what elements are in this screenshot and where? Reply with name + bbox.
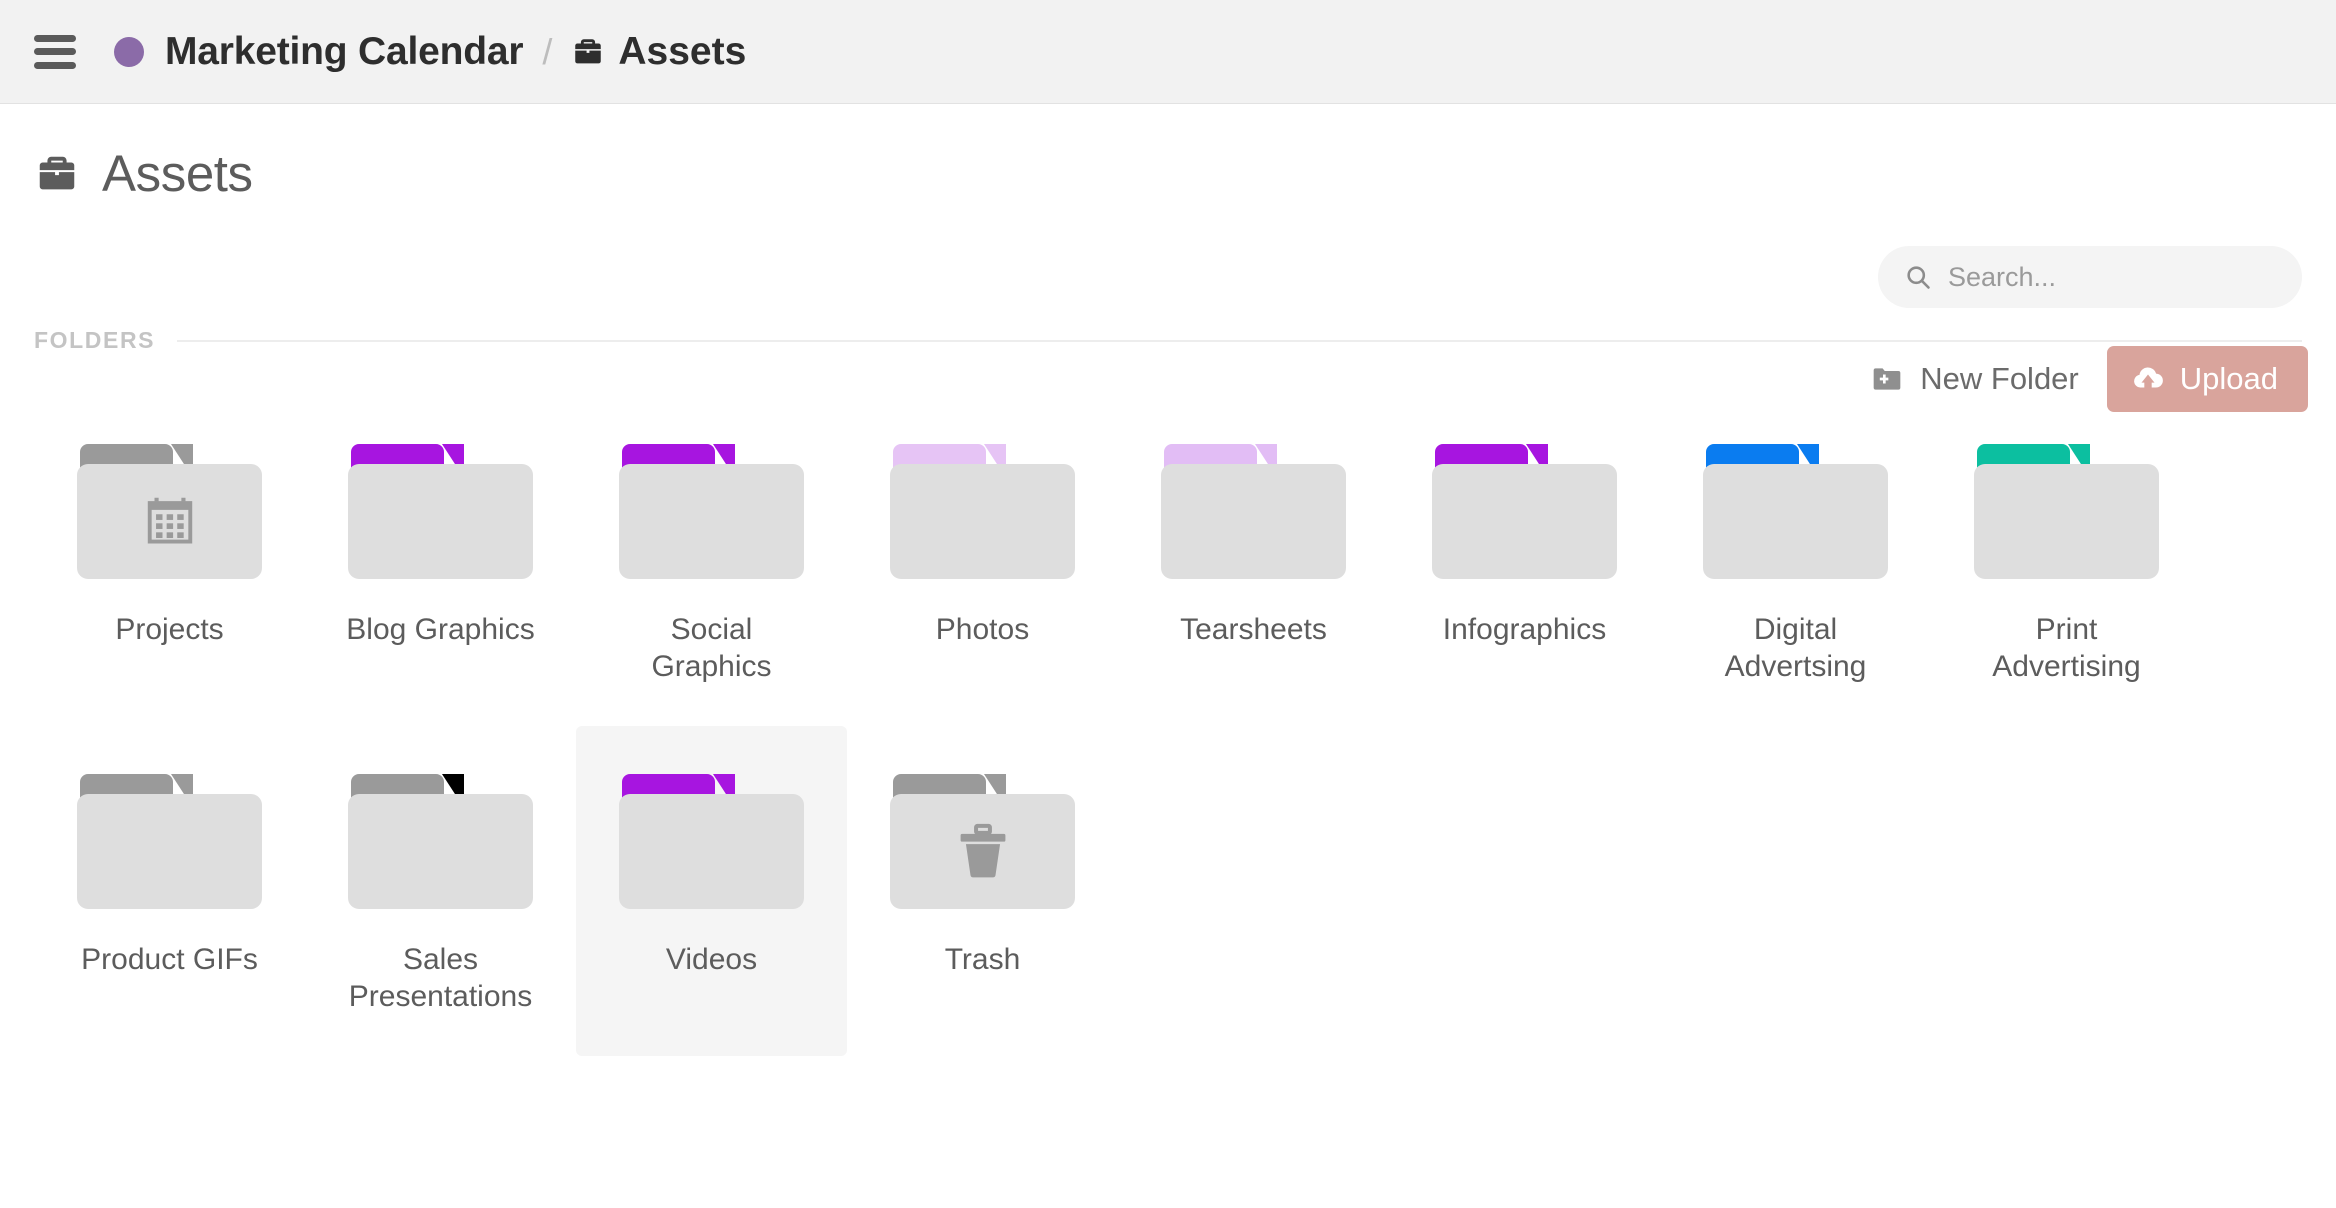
page-title-row: Assets [34,144,2302,203]
folder-card[interactable]: Tearsheets [1118,396,1389,726]
folder-icon [77,773,262,909]
trash-icon [951,819,1015,883]
folder-body [348,793,533,909]
folder-card[interactable]: Blog Graphics [305,396,576,726]
folder-grid: Projects Blog Graphics Social Graphics Phot… [0,354,2336,1056]
asset-actions: New Folder Upload [1853,346,2308,412]
folder-label: Tearsheets [1180,613,1327,646]
folder-label: Social Graphics [651,613,772,683]
briefcase-icon [34,151,80,197]
folder-label: Sales Presentations [348,942,533,1013]
folder-label: Product GIFs [81,942,258,976]
folder-body [1161,464,1346,579]
folder-card[interactable]: Product GIFs [34,726,305,1056]
folder-card[interactable]: Digital Advertsing [1660,396,1931,726]
folder-icon [1703,444,1888,579]
folder-label: Photos [935,613,1030,646]
calendar-icon [139,491,201,553]
new-folder-label: New Folder [1920,361,2079,396]
folder-icon [619,773,804,909]
folder-card[interactable]: Social Graphics [576,396,847,726]
breadcrumb-current-page[interactable]: Assets [571,30,746,74]
folder-icon [77,444,262,579]
folder-card[interactable]: Sales Presentations [305,726,576,1056]
folder-icon [890,773,1075,909]
workspace-color-dot [114,36,144,67]
folder-icon [348,773,533,909]
folder-label: Trash [944,942,1021,976]
folder-card[interactable]: Print Advertising [1931,396,2202,726]
folder-body [890,793,1075,909]
folder-card[interactable]: Photos [847,396,1118,726]
folder-body [890,464,1075,579]
breadcrumb-separator: / [542,30,553,72]
top-bar: Marketing Calendar / Assets [0,0,2336,104]
folder-body [1974,464,2159,579]
section-divider [177,339,2302,342]
folder-body [619,464,804,579]
upload-label: Upload [2179,361,2278,396]
folder-body [77,793,262,909]
page-header: Assets New Folder Uploa [0,104,2336,412]
breadcrumb-workspace[interactable]: Marketing Calendar [165,30,524,74]
folder-icon [1161,444,1346,579]
breadcrumb-page-label: Assets [618,29,747,73]
folder-label: Digital Advertsing [1724,613,1867,683]
search-box[interactable] [1878,246,2302,308]
hamburger-menu-icon[interactable] [34,34,76,69]
folder-icon [348,444,533,579]
folder-card[interactable]: Projects [34,396,305,726]
folder-label: Infographics [1442,613,1607,646]
cloud-upload-icon [2131,362,2165,396]
upload-button[interactable]: Upload [2106,346,2308,412]
folder-label: Projects [115,613,224,646]
folder-icon [619,444,804,579]
folder-icon [890,444,1075,579]
briefcase-icon [571,35,605,69]
page-title: Assets [102,145,253,202]
folder-card[interactable]: Videos [576,725,847,1056]
folder-body [619,793,804,909]
search-icon [1904,263,1932,291]
folder-card[interactable]: Infographics [1389,396,1660,726]
folder-icon [1974,444,2159,579]
folder-label: Videos [665,942,758,976]
folder-plus-icon [1871,363,1903,395]
folder-card[interactable]: Trash [847,726,1118,1056]
folder-body [77,464,262,579]
folder-icon [1432,444,1617,579]
folder-body [348,464,533,579]
folder-label: Blog Graphics [346,613,535,646]
search-input[interactable] [1948,261,2276,293]
folders-section-label: FOLDERS [34,327,156,353]
new-folder-button[interactable]: New Folder [1853,351,2097,407]
folder-body [1703,464,1888,579]
folder-body [1432,464,1617,579]
folder-label: Print Advertising [1992,613,2141,683]
